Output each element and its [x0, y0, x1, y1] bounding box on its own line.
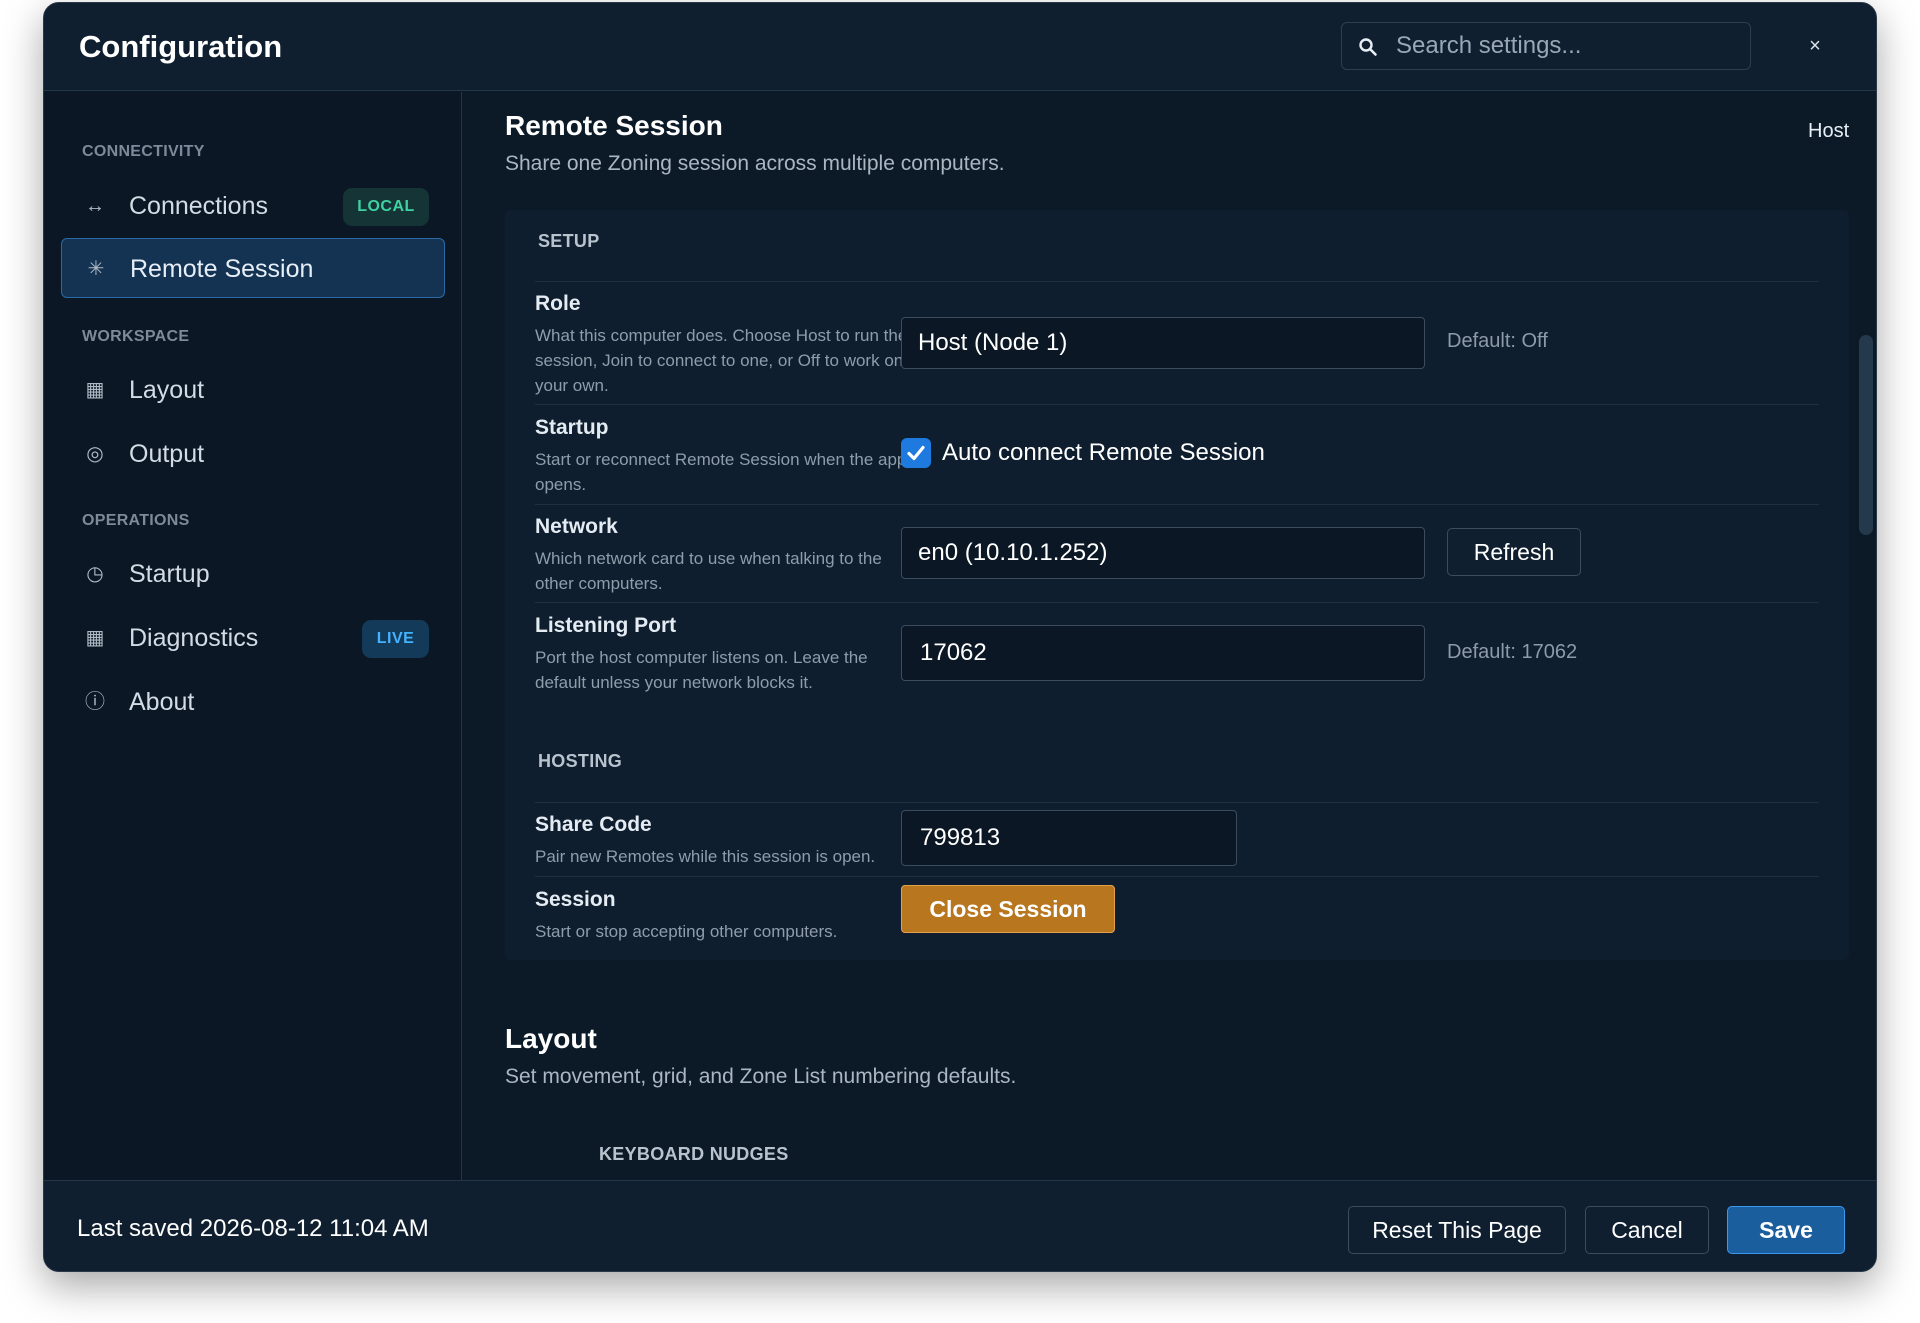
footer-bar: Last saved 2026-08-12 11:04 AM Reset Thi…	[44, 1180, 1876, 1271]
sidebar-item-label: Remote Session	[130, 255, 314, 283]
listening-port-label: Listening Port	[535, 614, 677, 637]
group-label-hosting: HOSTING	[538, 751, 623, 771]
sidebar-item-label: Connections	[129, 192, 268, 220]
section-description: Set movement, grid, and Zone List number…	[505, 1065, 1017, 1088]
info-circle-icon: ⓘ	[85, 691, 105, 713]
port-default-hint: Default: 17062	[1447, 641, 1578, 663]
divider	[535, 404, 1819, 405]
share-code-field[interactable]: 799813	[901, 810, 1237, 866]
sidebar-section-workspace: WORKSPACE	[82, 328, 190, 345]
checkmark-icon	[907, 445, 925, 461]
cancel-button[interactable]: Cancel	[1585, 1206, 1709, 1254]
search-box[interactable]	[1341, 22, 1751, 70]
asterisk-icon: ✳	[87, 258, 105, 280]
session-label: Session	[535, 888, 616, 911]
divider	[535, 876, 1819, 877]
sidebar-item-label: Startup	[129, 560, 210, 588]
sidebar-item-label: Output	[129, 440, 205, 468]
role-mode-indicator: Host	[1808, 120, 1850, 142]
sidebar-item-connections[interactable]: ↔ Connections LOCAL	[61, 176, 445, 236]
divider	[535, 602, 1819, 603]
sidebar-item-startup[interactable]: ◷ Startup	[61, 544, 445, 604]
share-code-label: Share Code	[535, 813, 652, 836]
status-badge-local: LOCAL	[343, 188, 429, 226]
role-label: Role	[535, 292, 581, 315]
session-description: Start or stop accepting other computers.	[535, 922, 838, 941]
remote-session-panel: SETUP Role What this computer does. Choo…	[505, 210, 1849, 960]
title-bar: Configuration ×	[44, 3, 1876, 91]
arrows-horizontal-icon: ↔	[85, 195, 105, 217]
save-button[interactable]: Save	[1727, 1206, 1845, 1254]
sidebar-item-label: Layout	[129, 376, 205, 404]
sidebar-item-remote-session[interactable]: ✳ Remote Session	[61, 238, 445, 298]
section-description: Share one Zoning session across multiple…	[505, 152, 1005, 175]
refresh-button[interactable]: Refresh	[1447, 528, 1581, 576]
divider	[535, 281, 1819, 282]
status-badge-live: LIVE	[362, 620, 429, 658]
sidebar-item-label: Diagnostics	[129, 624, 259, 652]
network-description: Which network card to use when talking t…	[535, 549, 882, 593]
sidebar-item-about[interactable]: ⓘ About	[61, 672, 445, 732]
sidebar-section-connectivity: CONNECTIVITY	[82, 143, 205, 160]
reset-page-button[interactable]: Reset This Page	[1348, 1206, 1566, 1254]
scrollbar-thumb[interactable]	[1859, 335, 1873, 535]
network-label: Network	[535, 515, 618, 538]
sidebar-item-label: About	[129, 688, 195, 716]
role-default-hint: Default: Off	[1447, 330, 1548, 352]
network-select[interactable]: en0 (10.10.1.252)	[901, 527, 1425, 579]
close-icon[interactable]: ×	[1802, 33, 1828, 59]
share-code-description: Pair new Remotes while this session is o…	[535, 847, 876, 866]
sidebar: CONNECTIVITY ↔ Connections LOCAL ✳ Remot…	[44, 92, 462, 1180]
configuration-window: Configuration × CONNECTIVITY ↔ Connectio…	[43, 2, 1877, 1272]
settings-content: Remote Session Share one Zoning session …	[463, 92, 1876, 1180]
clock-icon: ◷	[86, 563, 104, 585]
search-input[interactable]	[1394, 23, 1734, 69]
window-title: Configuration	[79, 29, 283, 64]
divider	[535, 802, 1819, 803]
auto-connect-checkbox[interactable]	[901, 438, 931, 468]
close-session-button[interactable]: Close Session	[901, 885, 1115, 933]
group-label-keyboard-nudges: KEYBOARD NUDGES	[599, 1144, 789, 1164]
sidebar-section-operations: OPERATIONS	[82, 512, 190, 529]
auto-connect-label: Auto connect Remote Session	[942, 439, 1265, 466]
sidebar-item-layout[interactable]: ▦ Layout	[61, 360, 445, 420]
role-select[interactable]: Host (Node 1)	[901, 317, 1425, 369]
sidebar-item-output[interactable]: ◎ Output	[61, 424, 445, 484]
sidebar-item-diagnostics[interactable]: ▦ Diagnostics LIVE	[61, 608, 445, 668]
search-icon	[1359, 38, 1377, 56]
grid-square-icon: ▦	[85, 627, 105, 649]
listening-port-description: Port the host computer listens on. Leave…	[535, 648, 868, 692]
startup-label: Startup	[535, 416, 609, 439]
target-circle-icon: ◎	[86, 443, 104, 465]
section-title-remote-session: Remote Session	[505, 110, 723, 141]
grid-square-icon: ▦	[85, 379, 105, 401]
group-label-setup: SETUP	[538, 231, 600, 251]
role-description: What this computer does. Choose Host to …	[535, 326, 908, 395]
divider	[535, 504, 1819, 505]
section-title-layout: Layout	[505, 1023, 597, 1054]
auto-connect-option[interactable]: Auto connect Remote Session	[505, 438, 1405, 470]
last-saved-status: Last saved 2026-08-12 11:04 AM	[77, 1215, 429, 1242]
listening-port-input[interactable]: 17062	[901, 625, 1425, 681]
